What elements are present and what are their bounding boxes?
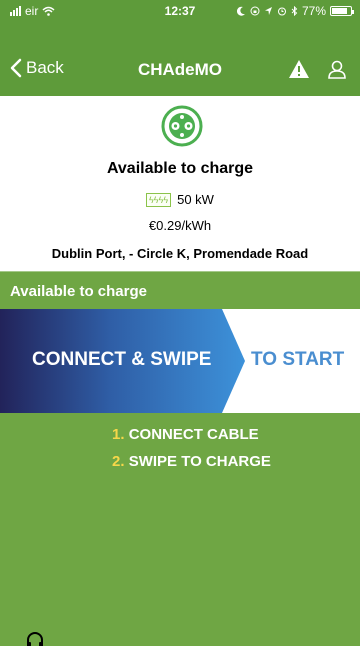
app-header: eir 12:37 77% Back CHAdeMO — [0, 0, 360, 96]
lock-rotation-icon — [250, 6, 260, 16]
navigation-bar: Back CHAdeMO — [0, 22, 360, 96]
headphones-icon[interactable] — [26, 631, 44, 646]
step-connect-cable: 1. CONNECT CABLE — [112, 426, 259, 443]
power-value: 50 kW — [177, 192, 214, 207]
power-level-badge: ϟϟϟϟ — [146, 192, 172, 207]
warning-icon[interactable] — [286, 56, 312, 82]
bluetooth-icon — [291, 6, 298, 16]
battery-percent: 77% — [301, 4, 326, 18]
step-label: CONNECT CABLE — [128, 426, 259, 443]
charger-info-card: Available to charge ϟϟϟϟ 50 kW €0.29/kWh… — [0, 96, 360, 271]
location-arrow-icon — [264, 7, 272, 15]
availability-strip: Available to charge — [0, 271, 360, 309]
charger-status: Available to charge — [106, 160, 254, 177]
chevron-left-icon — [10, 58, 22, 78]
banner-to-start: TO START — [251, 349, 345, 370]
instructions-panel: 1. CONNECT CABLE 2. SWIPE TO CHARGE — [0, 413, 360, 646]
back-label: Back — [26, 58, 64, 77]
connect-swipe-banner: CONNECT & SWIPE TO START — [0, 309, 360, 413]
chademo-plug-icon — [161, 105, 203, 147]
step-number: 1. — [112, 426, 125, 443]
step-label: SWIPE TO CHARGE — [128, 453, 271, 470]
user-icon[interactable] — [324, 56, 350, 82]
power-rating: ϟϟϟϟ 50 kW — [0, 192, 360, 207]
alarm-icon — [277, 7, 286, 16]
moon-icon — [236, 6, 245, 16]
step-swipe-to-charge: 2. SWIPE TO CHARGE — [112, 453, 271, 470]
charger-address: Dublin Port, - Circle K, Promendade Road — [51, 246, 309, 261]
status-bar-right: 77% — [236, 4, 354, 18]
banner-connect-swipe: CONNECT & SWIPE — [32, 349, 212, 370]
nav-actions — [286, 56, 350, 82]
status-bar: eir 12:37 77% — [0, 0, 360, 22]
battery-icon — [330, 6, 354, 16]
back-button[interactable]: Back — [10, 58, 64, 78]
step-number: 2. — [112, 453, 125, 470]
price-label: €0.29/kWh — [148, 218, 212, 233]
